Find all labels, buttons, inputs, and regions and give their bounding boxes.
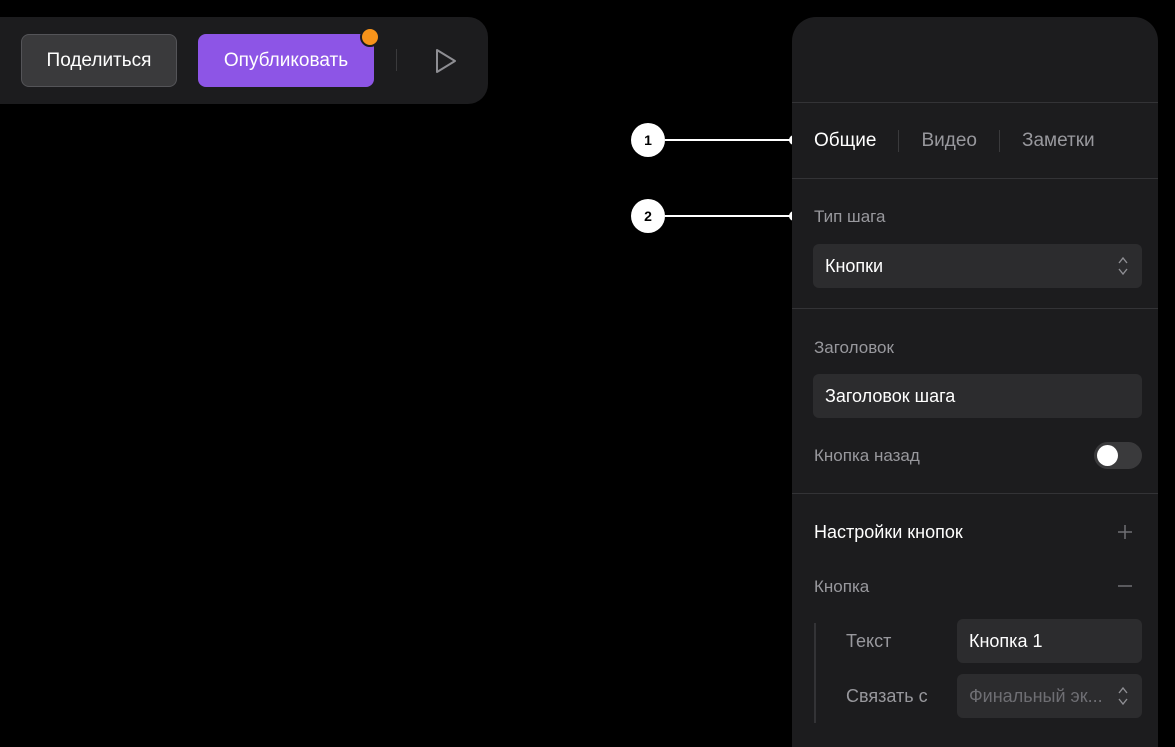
step-type-select[interactable]: Кнопки [813, 244, 1142, 288]
settings-panel: Общие Видео Заметки Тип шага Кнопки Заго… [792, 17, 1158, 747]
button-section-label: Кнопка [814, 577, 870, 596]
divider [792, 308, 1158, 309]
toolbar-divider [396, 49, 397, 71]
panel-tabs: Общие Видео Заметки [792, 103, 1158, 179]
nested-indent-bar [814, 623, 816, 723]
select-arrows-icon [1118, 686, 1128, 706]
tab-general[interactable]: Общие [814, 130, 876, 152]
step-type-value: Кнопки [825, 255, 884, 276]
tab-separator [898, 130, 900, 152]
play-button[interactable] [430, 45, 462, 77]
select-arrows-icon [1118, 256, 1128, 276]
plus-icon[interactable] [1116, 523, 1134, 541]
step-type-label: Тип шага [814, 207, 886, 226]
callout-number: 2 [631, 199, 665, 233]
button-text-value: Кнопка 1 [969, 630, 1043, 651]
toggle-knob [1097, 445, 1118, 466]
divider [792, 493, 1158, 494]
title-value: Заголовок шага [825, 385, 956, 406]
tab-video[interactable]: Видео [921, 130, 977, 152]
callout-2: 2 [631, 199, 799, 233]
title-input[interactable]: Заголовок шага [813, 374, 1142, 418]
top-toolbar: Поделиться Опубликовать [0, 17, 488, 104]
button-text-input[interactable]: Кнопка 1 [957, 619, 1142, 663]
divider [792, 178, 1158, 179]
publish-button[interactable]: Опубликовать [198, 27, 380, 87]
callout-number: 1 [631, 123, 665, 157]
tab-notes[interactable]: Заметки [1022, 130, 1095, 152]
link-to-placeholder: Финальный эк... [969, 685, 1103, 706]
tab-separator [999, 130, 1000, 152]
button-settings-heading: Настройки кнопок [814, 522, 963, 542]
callout-line [665, 139, 791, 141]
link-to-label: Связать с [846, 686, 928, 706]
callout-1: 1 [631, 123, 799, 157]
link-to-select[interactable]: Финальный эк... [957, 674, 1142, 718]
callout-line [665, 215, 791, 217]
back-button-toggle[interactable] [1094, 442, 1142, 469]
back-button-label: Кнопка назад [814, 446, 920, 465]
share-button-label: Поделиться [46, 49, 152, 71]
notification-dot [360, 27, 380, 47]
minus-icon[interactable] [1116, 577, 1134, 595]
button-text-label: Текст [846, 631, 892, 651]
title-label: Заголовок [814, 338, 894, 357]
publish-button-label: Опубликовать [223, 49, 349, 71]
play-icon [436, 49, 456, 73]
share-button[interactable]: Поделиться [21, 34, 177, 87]
